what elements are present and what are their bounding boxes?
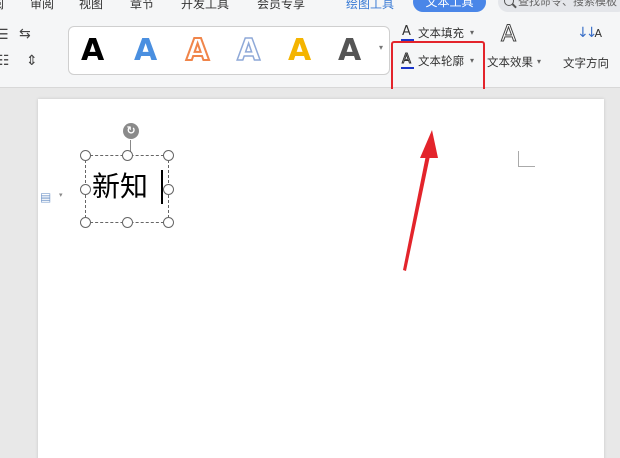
style-preset-blue[interactable]: A xyxy=(134,31,157,71)
resize-handle-top-left[interactable] xyxy=(80,150,91,161)
gallery-more-icon[interactable]: ▾ xyxy=(379,43,383,52)
ribbon-toolbar: ☰ ⇆ ☷ ⇕ A A A A A A ▾ A 文本填充 ▾ A 文本轮廓 ▾ … xyxy=(0,13,620,98)
style-preset-orange-outline[interactable]: A xyxy=(185,31,210,71)
resize-handle-left[interactable] xyxy=(80,184,91,195)
menu-item-partial[interactable]: 阅 xyxy=(0,0,4,12)
menu-item-drawing-tools[interactable]: 绘图工具 xyxy=(346,0,394,12)
distribute-icon[interactable]: ☷ xyxy=(0,54,10,68)
resize-handle-bottom-right[interactable] xyxy=(163,217,174,228)
search-input[interactable]: 查找命令、搜索模板 xyxy=(498,0,620,12)
text-cursor xyxy=(161,170,163,204)
menu-item-chapter[interactable]: 章节 xyxy=(130,0,154,12)
line-spacing-icon[interactable]: ⇕ xyxy=(26,54,38,68)
text-direction-icon[interactable]: ↓↓A xyxy=(577,25,602,42)
style-preset-gold[interactable]: A xyxy=(288,31,311,71)
resize-handle-top[interactable] xyxy=(122,150,133,161)
style-preset-blue-outline[interactable]: A xyxy=(236,31,261,71)
text-fill-dropdown-icon[interactable]: ▾ xyxy=(470,28,474,37)
resize-handle-top-right[interactable] xyxy=(163,150,174,161)
search-icon xyxy=(504,0,514,6)
align-center-icon[interactable]: ☰ xyxy=(0,28,9,42)
menu-bar: 阅 审阅 视图 章节 开发工具 会员专享 绘图工具 文本工具 查找命令、搜索模板 xyxy=(0,0,620,13)
text-fill-icon[interactable]: A xyxy=(401,25,414,41)
text-align-icon[interactable]: ⇆ xyxy=(19,27,31,41)
menu-item-view[interactable]: 视图 xyxy=(79,0,103,12)
text-effect-dropdown-icon[interactable]: ▾ xyxy=(537,57,541,66)
textbox-content[interactable]: 新知 xyxy=(92,170,148,204)
margin-corner-mark xyxy=(518,151,535,167)
menu-item-review[interactable]: 审阅 xyxy=(30,0,54,12)
rotate-handle-icon[interactable]: ↻ xyxy=(123,123,139,139)
resize-handle-bottom-left[interactable] xyxy=(80,217,91,228)
style-preset-black[interactable]: A xyxy=(81,31,104,71)
tab-text-tools[interactable]: 文本工具 xyxy=(413,0,486,12)
resize-handle-bottom[interactable] xyxy=(122,217,133,228)
style-preset-gray[interactable]: A xyxy=(338,31,361,71)
text-effect-icon[interactable]: A xyxy=(500,23,516,46)
resize-handle-right[interactable] xyxy=(163,184,174,195)
text-fill-button[interactable]: 文本填充 xyxy=(418,25,464,41)
selected-text-box[interactable]: ↻ 新知 xyxy=(80,123,174,228)
document-area: ▤ ▾ ↻ 新知 xyxy=(0,89,620,458)
text-effect-button[interactable]: 文本效果 xyxy=(487,54,533,70)
search-placeholder: 查找命令、搜索模板 xyxy=(518,0,617,8)
menu-item-dev-tools[interactable]: 开发工具 xyxy=(181,0,229,12)
layout-options-dropdown-icon[interactable]: ▾ xyxy=(59,191,63,199)
menu-item-member[interactable]: 会员专享 xyxy=(257,0,305,12)
text-direction-button[interactable]: 文字方向 xyxy=(563,55,609,71)
text-style-gallery[interactable]: A A A A A A xyxy=(68,26,390,75)
layout-options-icon[interactable]: ▤ xyxy=(40,190,51,204)
